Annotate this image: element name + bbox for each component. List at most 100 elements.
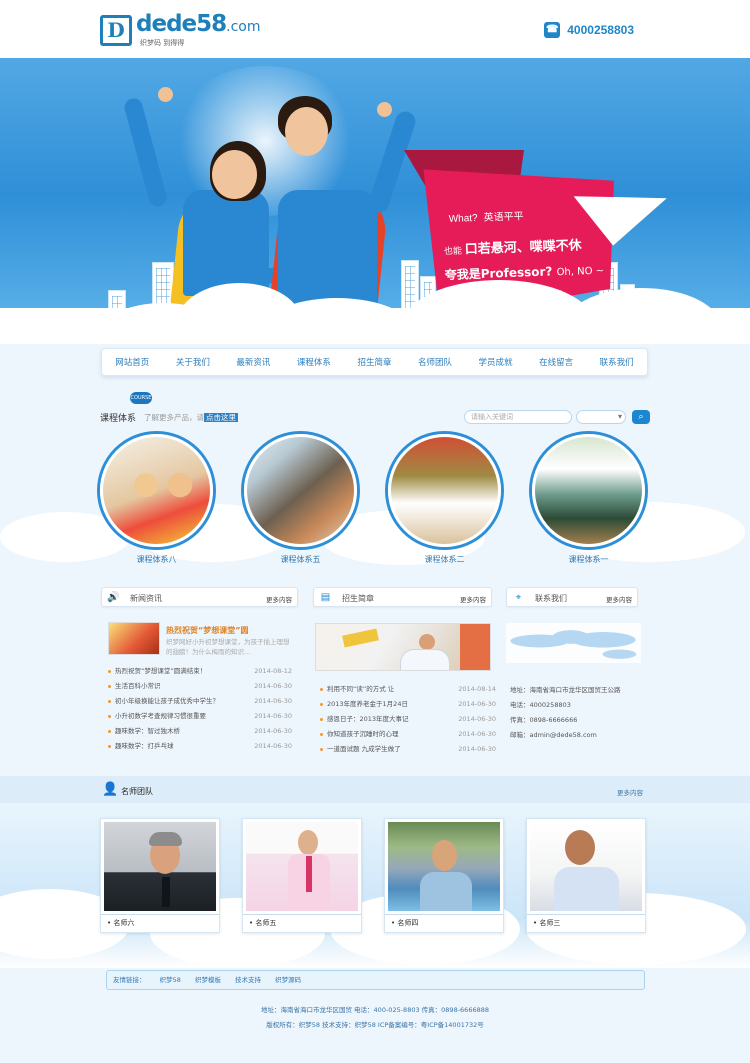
teacher-photo bbox=[530, 822, 642, 911]
news-date: 2014-06-30 bbox=[254, 727, 292, 735]
course-intro: 了解更多产品，请 点击这里 bbox=[144, 412, 238, 423]
course-card-2[interactable]: 课程体系二 bbox=[388, 434, 501, 579]
recruitment-image[interactable] bbox=[315, 623, 491, 671]
course-image bbox=[388, 434, 501, 547]
course-card-1[interactable]: 课程体系一 bbox=[532, 434, 645, 579]
recruitment-item[interactable]: 利用不同“读”的方式 让 2014-08-14 bbox=[320, 682, 496, 697]
recruitment-title: 你知道孩子沉睡时的心理 bbox=[327, 730, 399, 738]
news-list: 热烈祝贺“梦想课堂”圆满结束！ 2014-08-12 生活百科小常识 2014-06… bbox=[108, 664, 292, 754]
course-intro-link[interactable]: 点击这里 bbox=[204, 413, 238, 422]
slogan-line2: 口若悬河、喋喋不休 bbox=[464, 238, 582, 258]
nav-recruitment[interactable]: 招生简章 bbox=[357, 356, 391, 368]
news-more-link[interactable]: 更多内容 bbox=[266, 594, 292, 604]
teacher-photo bbox=[388, 822, 500, 911]
course-section-title: 课程体系 bbox=[100, 414, 137, 424]
nav-student-achievements[interactable]: 学员成就 bbox=[479, 356, 513, 368]
news-item[interactable]: 趣味数学：智过独木桥 2014-06-30 bbox=[108, 724, 292, 739]
contact-panel-title: 联系我们 bbox=[535, 594, 567, 603]
main-navigation: 网站首页 关于我们 最新资讯 课程体系 招生简章 名师团队 学员成就 在线留言 … bbox=[101, 348, 648, 376]
friendly-link[interactable]: 织梦源码 bbox=[275, 976, 301, 984]
contact-details: 地址：海南省海口市龙华区国贸王公路 电话：4000258803 传真：0898-… bbox=[510, 683, 640, 743]
teacher-name: • 名师五 bbox=[243, 914, 361, 932]
recruitment-date: 2014-06-30 bbox=[458, 700, 496, 708]
site-footer: 地址：海南省海口市龙华区国贸 电话：400-025-8803 传真：0898-6… bbox=[0, 1003, 750, 1033]
news-title: 趣味数学：打乒乓球 bbox=[115, 742, 174, 750]
teacher-name-text: 名师五 bbox=[255, 919, 277, 927]
news-date: 2014-06-30 bbox=[254, 697, 292, 705]
site-logo[interactable]: D dede58.com 织梦码 到得得 bbox=[100, 12, 261, 48]
logo-subtitle: 织梦码 到得得 bbox=[140, 39, 185, 47]
teacher-card[interactable]: • 名师五 bbox=[242, 818, 362, 933]
recruitment-item[interactable]: 一道面试题 九成学生做了 2014-06-30 bbox=[320, 742, 496, 757]
news-item[interactable]: 趣味数学：打乒乓球 2014-06-30 bbox=[108, 739, 292, 754]
contact-phone: 电话：4000258803 bbox=[510, 701, 571, 709]
recruitment-item[interactable]: 你知道孩子沉睡时的心理 2014-06-30 bbox=[320, 727, 496, 742]
nav-home[interactable]: 网站首页 bbox=[115, 356, 149, 368]
team-more-link[interactable]: 更多内容 bbox=[617, 787, 643, 797]
hotline-number: 4000258803 bbox=[567, 23, 634, 37]
nav-courses[interactable]: 课程体系 bbox=[297, 356, 331, 368]
recruitment-date: 2014-06-30 bbox=[458, 730, 496, 738]
location-pin-icon: ⌖ bbox=[515, 592, 522, 603]
hotline: ☎ 4000258803 bbox=[544, 22, 634, 38]
banner-cloud bbox=[0, 308, 750, 344]
teacher-card[interactable]: • 名师四 bbox=[384, 818, 504, 933]
news-item[interactable]: 小升初数学考查规律习惯很重要 2014-06-30 bbox=[108, 709, 292, 724]
friendly-link[interactable]: 织梦58 bbox=[160, 976, 181, 984]
team-section-header: 👤 名师团队 更多内容 bbox=[100, 779, 646, 801]
teacher-name: • 名师四 bbox=[385, 914, 503, 932]
teacher-card[interactable]: • 名师三 bbox=[526, 818, 646, 933]
news-item[interactable]: 初小年级换能让孩子成优秀中学生？ 2014-06-30 bbox=[108, 694, 292, 709]
teacher-name: • 名师六 bbox=[101, 914, 219, 932]
news-item[interactable]: 热烈祝贺“梦想课堂”圆满结束！ 2014-08-12 bbox=[108, 664, 292, 679]
course-card-label: 课程体系一 bbox=[568, 555, 609, 564]
hero-banner: What? 英语平平 也能 口若悬河、喋喋不休 夸我是Professor? Oh,… bbox=[0, 58, 750, 344]
news-thumbnail bbox=[108, 622, 160, 655]
slogan-english: 英语平平 bbox=[483, 211, 524, 224]
news-date: 2014-06-30 bbox=[254, 682, 292, 690]
contact-more-link[interactable]: 更多内容 bbox=[606, 594, 632, 604]
slogan-what: What? bbox=[448, 212, 478, 225]
news-date: 2014-06-30 bbox=[254, 712, 292, 720]
friendly-link[interactable]: 织梦模板 bbox=[195, 976, 221, 984]
friendly-link[interactable]: 技术支持 bbox=[235, 976, 261, 984]
course-card-5[interactable]: 课程体系五 bbox=[244, 434, 357, 579]
recruitment-panel: ▤ 招生简章 更多内容 利用不同“读”的方式 让 2014-08-14 2013年… bbox=[313, 587, 496, 768]
slogan-line3-tail: Oh, NO ~ bbox=[556, 265, 605, 279]
nav-about[interactable]: 关于我们 bbox=[176, 356, 210, 368]
recruitment-date: 2014-08-14 bbox=[458, 685, 496, 693]
recruitment-item[interactable]: 感恩日子：2013年度大事记 2014-06-30 bbox=[320, 712, 496, 727]
search-input[interactable]: 请输入关键词 bbox=[464, 410, 572, 424]
nav-teachers[interactable]: 名师团队 bbox=[418, 356, 452, 368]
logo-name: dede58 bbox=[136, 11, 227, 37]
search-category-select[interactable]: ▾ bbox=[576, 410, 626, 424]
logo-text: dede58.com 织梦码 到得得 bbox=[136, 12, 261, 48]
logo-suffix: .com bbox=[226, 19, 261, 35]
contact-email[interactable]: 邮箱：admin@dede58.com bbox=[510, 728, 640, 743]
nav-guestbook[interactable]: 在线留言 bbox=[539, 356, 573, 368]
news-feature-text: 织梦网好小升初梦想课堂，为孩子插上理想的翅膀！为什么梅雨的知识… bbox=[166, 638, 290, 656]
teacher-card[interactable]: • 名师六 bbox=[100, 818, 220, 933]
news-panel: 🔊 新闻资讯 更多内容 热烈祝贺“梦想课堂”圆 织梦网好小升初梦想课堂，为孩子插… bbox=[101, 587, 298, 768]
news-title: 生活百科小常识 bbox=[115, 682, 161, 690]
recruitment-title: 利用不同“读”的方式 让 bbox=[327, 685, 395, 693]
teacher-name: • 名师三 bbox=[527, 914, 645, 932]
logo-mark: D bbox=[100, 14, 132, 46]
speaker-icon: 🔊 bbox=[107, 592, 120, 603]
document-icon: ▤ bbox=[320, 592, 331, 603]
course-card-8[interactable]: 课程体系八 bbox=[100, 434, 213, 579]
news-title: 热烈祝贺“梦想课堂”圆满结束！ bbox=[115, 667, 207, 675]
nav-contact[interactable]: 联系我们 bbox=[600, 356, 634, 368]
search-button[interactable]: ⌕ bbox=[632, 410, 650, 424]
recruitment-item[interactable]: 2013年度养老金于1月24日 2014-06-30 bbox=[320, 697, 496, 712]
nav-news[interactable]: 最新资讯 bbox=[236, 356, 270, 368]
contact-fax: 传真：0898-6666666 bbox=[510, 716, 578, 724]
course-badge: COURSE bbox=[130, 392, 152, 404]
contact-panel: ⌖ 联系我们 更多内容 地址：海南省海口市龙华区国贸王公路 电话：4000258… bbox=[506, 587, 641, 768]
recruitment-more-link[interactable]: 更多内容 bbox=[460, 594, 486, 604]
course-intro-text: 了解更多产品，请 bbox=[144, 413, 204, 422]
recruitment-date: 2014-06-30 bbox=[458, 745, 496, 753]
slogan-line2-prefix: 也能 bbox=[443, 246, 463, 258]
news-item[interactable]: 生活百科小常识 2014-06-30 bbox=[108, 679, 292, 694]
news-feature[interactable]: 热烈祝贺“梦想课堂”圆 织梦网好小升初梦想课堂，为孩子插上理想的翅膀！为什么梅雨… bbox=[108, 622, 290, 662]
